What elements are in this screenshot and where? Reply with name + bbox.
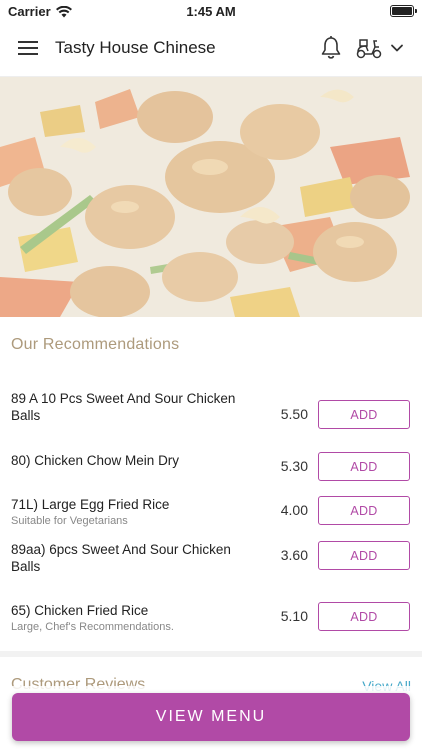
bell-icon[interactable]	[318, 35, 344, 61]
image-veil	[0, 77, 422, 317]
section-divider	[0, 651, 422, 657]
chevron-down-icon[interactable]	[389, 40, 405, 56]
item-name: 71L) Large Egg Fried Rice	[11, 497, 170, 512]
item-price: 5.10	[280, 608, 308, 624]
item-subtitle: Large, Chef's Recommendations.	[11, 621, 174, 633]
clock: 1:45 AM	[186, 4, 236, 19]
view-menu-button[interactable]: VIEW MENU	[12, 693, 410, 741]
item-name: 80) Chicken Chow Mein Dry	[11, 453, 180, 468]
item-subtitle: Suitable for Vegetarians	[11, 515, 128, 527]
add-button[interactable]: ADD	[318, 452, 410, 481]
item-price: 4.00	[280, 502, 308, 518]
hamburger-menu-icon[interactable]	[16, 38, 40, 60]
item-name: 65) Chicken Fried Rice	[11, 603, 149, 618]
battery-icon	[390, 5, 417, 17]
item-name: 89aa) 6pcs Sweet And Sour Chicken Balls	[11, 542, 231, 574]
add-button[interactable]: ADD	[318, 602, 410, 631]
restaurant-title: Tasty House Chinese	[55, 38, 216, 57]
recommendations-title: Our Recommendations	[11, 336, 180, 353]
item-price: 5.30	[280, 458, 308, 474]
add-button[interactable]: ADD	[318, 496, 410, 525]
item-price: 5.50	[280, 406, 308, 422]
hero-food-image	[0, 77, 422, 317]
app-header: Tasty House Chinese	[0, 22, 422, 77]
add-button[interactable]: ADD	[318, 541, 410, 570]
delivery-scooter-icon[interactable]	[354, 35, 384, 61]
item-price: 3.60	[280, 547, 308, 563]
add-button[interactable]: ADD	[318, 400, 410, 429]
item-name: 89 A 10 Pcs Sweet And Sour Chicken Balls	[11, 391, 236, 423]
status-bar: Carrier 1:45 AM	[0, 0, 422, 22]
